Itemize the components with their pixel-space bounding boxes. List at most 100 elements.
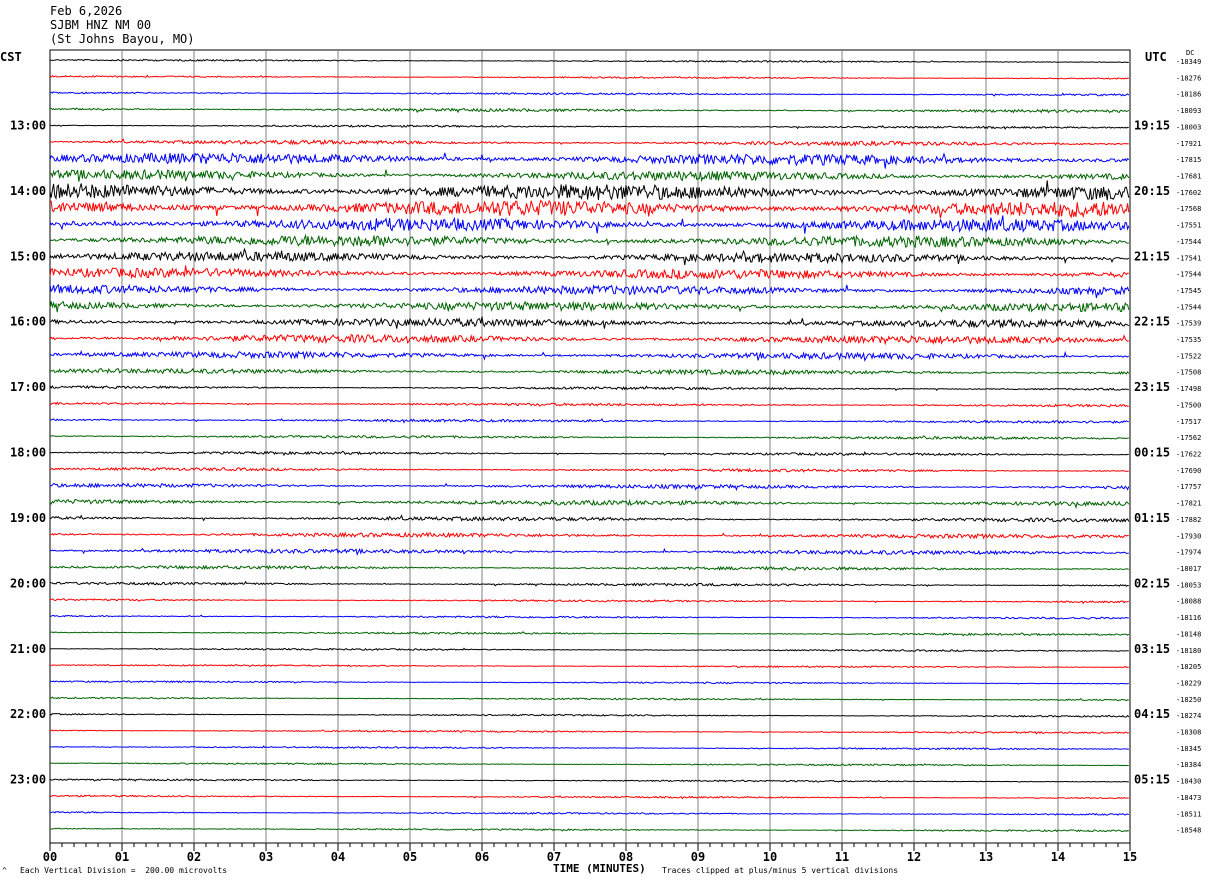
seismic-trace xyxy=(50,580,1129,587)
dc-offset-label: -17690 xyxy=(1176,467,1201,475)
dc-offset-label: -18473 xyxy=(1176,794,1201,802)
dc-offset-label: -18017 xyxy=(1176,565,1201,573)
dc-offset-label: -17757 xyxy=(1176,483,1201,491)
left-hour-label: 14:00 xyxy=(10,184,46,198)
seismic-trace xyxy=(49,138,1129,147)
seismic-trace xyxy=(49,233,1129,249)
helicorder-chart: 00 01 02 03 04 05 06 07 08 09 10 11 12 13 14 15-18349-1… xyxy=(10,49,1201,864)
right-hour-label: 19:15 xyxy=(1134,118,1170,132)
seismic-trace xyxy=(49,631,1130,637)
dc-offset-label: -18093 xyxy=(1176,107,1201,115)
seismic-trace xyxy=(50,827,1129,833)
seismic-trace xyxy=(49,283,1130,299)
dc-offset-label: -18148 xyxy=(1176,630,1201,638)
seismic-trace xyxy=(49,811,1130,816)
left-hour-label: 17:00 xyxy=(10,380,46,394)
dc-offset-label: -18180 xyxy=(1176,647,1201,655)
x-tick-label: 00 xyxy=(43,850,57,864)
left-hour-label: 18:00 xyxy=(10,446,46,460)
dc-offset-label: -17500 xyxy=(1176,401,1201,409)
dc-offset-label: -17821 xyxy=(1176,500,1201,508)
dc-offset-label: -18229 xyxy=(1176,679,1201,687)
seismic-trace xyxy=(49,712,1130,718)
dc-offset-label: -17815 xyxy=(1176,156,1201,164)
x-tick-label: 12 xyxy=(907,850,921,864)
dc-offset-label: -17544 xyxy=(1176,303,1201,311)
seismic-trace xyxy=(49,300,1130,313)
seismic-trace xyxy=(49,91,1130,97)
dc-offset-label: -17974 xyxy=(1176,549,1201,557)
dc-offset-label: -17535 xyxy=(1176,336,1201,344)
seismic-trace xyxy=(49,199,1130,219)
x-tick-label: 15 xyxy=(1123,850,1137,864)
seismic-trace xyxy=(49,647,1129,653)
seismic-trace xyxy=(49,696,1129,702)
seismic-trace xyxy=(49,247,1130,266)
dc-offset-label: -17602 xyxy=(1176,189,1201,197)
seismic-trace xyxy=(49,180,1130,201)
seismic-trace xyxy=(49,547,1129,556)
seismic-trace xyxy=(49,514,1130,523)
seismic-trace xyxy=(49,664,1129,669)
x-tick-label: 13 xyxy=(979,850,993,864)
right-hour-label: 02:15 xyxy=(1134,576,1170,590)
dc-offset-label: -17622 xyxy=(1176,451,1201,459)
seismic-trace xyxy=(49,168,1130,183)
dc-offset-label: -18116 xyxy=(1176,614,1201,622)
seismic-trace xyxy=(49,401,1129,408)
right-hour-label: 03:15 xyxy=(1134,642,1170,656)
seismic-trace xyxy=(49,680,1129,685)
left-hour-label: 16:00 xyxy=(10,315,46,329)
left-hour-label: 19:00 xyxy=(10,511,46,525)
right-hour-label: 22:15 xyxy=(1134,315,1170,329)
seismic-trace xyxy=(49,794,1129,800)
seismic-trace xyxy=(49,215,1130,234)
dc-offset-label: -17498 xyxy=(1176,385,1201,393)
dc-offset-label: -17544 xyxy=(1176,271,1201,279)
dc-offset-label: -17522 xyxy=(1176,352,1201,360)
seismic-trace xyxy=(49,745,1129,751)
dc-offset-label: -17517 xyxy=(1176,418,1201,426)
dc-offset-label: -18349 xyxy=(1176,58,1201,66)
x-tick-label: 04 xyxy=(331,850,345,864)
seismic-trace xyxy=(49,434,1129,440)
left-hour-label: 21:00 xyxy=(10,642,46,656)
dc-offset-label: -17551 xyxy=(1176,222,1201,230)
seismic-trace xyxy=(49,762,1129,767)
x-tick-label: 05 xyxy=(403,850,417,864)
left-hour-label: 22:00 xyxy=(10,707,46,721)
seismic-trace xyxy=(49,450,1129,457)
dc-offset-label: -18205 xyxy=(1176,663,1201,671)
x-tick-label: 14 xyxy=(1051,850,1065,864)
seismic-trace xyxy=(49,466,1129,473)
seismic-trace xyxy=(49,350,1130,362)
dc-offset-label: -17508 xyxy=(1176,369,1201,377)
seismic-trace xyxy=(49,74,1129,80)
scale-note: Each Vertical Division = 200.00 microvol… xyxy=(20,866,228,875)
x-tick-label: 03 xyxy=(259,850,273,864)
dc-offset-label: -17562 xyxy=(1176,434,1201,442)
dc-offset-label: -18250 xyxy=(1176,696,1201,704)
x-tick-label: 06 xyxy=(475,850,489,864)
seismic-trace xyxy=(49,482,1130,492)
seismic-trace xyxy=(49,598,1130,605)
dc-offset-label: -18430 xyxy=(1176,778,1201,786)
right-hour-label: 00:15 xyxy=(1134,446,1170,460)
x-tick-label: 11 xyxy=(835,850,849,864)
seismic-trace xyxy=(49,58,1129,64)
x-axis-title: TIME (MINUTES) xyxy=(553,862,646,875)
seismic-trace xyxy=(49,367,1130,377)
seismic-trace xyxy=(49,531,1129,540)
dc-offset-label: -18308 xyxy=(1176,729,1201,737)
x-tick-label: 02 xyxy=(187,850,201,864)
dc-offset-label: -17544 xyxy=(1176,238,1201,246)
dc-offset-label: -17545 xyxy=(1176,287,1201,295)
right-hour-label: 01:15 xyxy=(1134,511,1170,525)
x-tick-label: 01 xyxy=(115,850,129,864)
seismic-trace xyxy=(49,107,1130,114)
seismic-trace xyxy=(49,418,1129,424)
seismic-trace xyxy=(49,124,1129,130)
dc-offset-label: -17921 xyxy=(1176,140,1201,148)
dc-offset-label: -18276 xyxy=(1176,74,1201,82)
dc-offset-label: -17541 xyxy=(1176,254,1201,262)
